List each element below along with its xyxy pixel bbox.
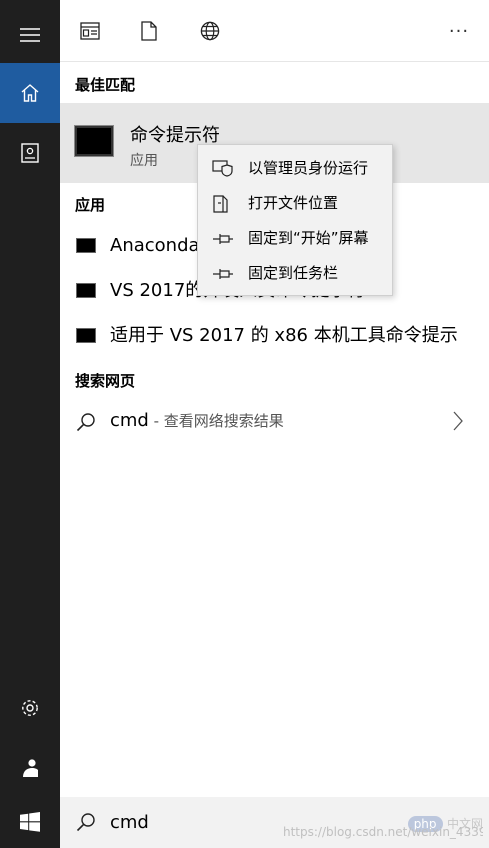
context-menu: 以管理员身份运行 打开文件位置 固定到“开始”屏幕 固定到任务栏 [197, 144, 393, 296]
home-button[interactable] [0, 63, 60, 123]
terminal-icon [76, 328, 96, 343]
search-box[interactable]: cmd php 中文网 https://blog.csdn.net/weixin… [60, 797, 489, 848]
search-input[interactable]: cmd [110, 797, 149, 848]
menu-item-label: 以管理员身份运行 [248, 159, 369, 177]
terminal-icon [76, 283, 96, 298]
more-options-button[interactable]: ··· [444, 16, 474, 46]
menu-item-label: 打开文件位置 [248, 194, 339, 212]
shield-icon [212, 160, 233, 177]
account-button[interactable] [0, 738, 60, 798]
section-apps-heading: 应用 [75, 196, 106, 214]
app-label: 适用于 VS 2017 的 x86 本机工具命令提示 [110, 325, 458, 346]
home-icon [21, 84, 39, 102]
windows-start-search-panel: ··· 最佳匹配 命令提示符 应用 应用 Anaconda Prompt VS … [0, 0, 489, 848]
search-icon [76, 813, 95, 832]
document-list-icon [80, 22, 100, 40]
section-best-match-heading: 最佳匹配 [75, 76, 136, 94]
filter-web-button[interactable] [195, 16, 225, 46]
gear-icon [22, 700, 38, 716]
notebook-icon [21, 143, 39, 163]
section-web-heading: 搜索网页 [75, 372, 136, 390]
menu-item-label: 固定到“开始”屏幕 [248, 229, 369, 247]
command-prompt-icon [74, 125, 114, 157]
filter-documents-button[interactable] [134, 16, 164, 46]
results-panel: ··· 最佳匹配 命令提示符 应用 应用 Anaconda Prompt VS … [60, 0, 489, 848]
filter-apps-button[interactable] [75, 16, 105, 46]
page-icon [141, 21, 157, 41]
folder-icon [213, 195, 228, 213]
user-icon [23, 759, 38, 777]
notebook-button[interactable] [0, 123, 60, 183]
filter-toolbar: ··· [60, 0, 489, 62]
settings-button[interactable] [0, 678, 60, 738]
terminal-icon [76, 238, 96, 253]
menu-button[interactable] [0, 5, 60, 65]
menu-item-pin-to-start[interactable]: 固定到“开始”屏幕 [198, 221, 392, 255]
web-search-result[interactable]: cmd - 查看网络搜索结果 [60, 401, 489, 441]
pin-icon [213, 234, 233, 244]
hamburger-icon [20, 28, 40, 42]
left-rail [0, 0, 60, 848]
watermark-url: https://blog.csdn.net/weixin_43395911 [283, 825, 483, 839]
best-match-subtitle: 应用 [130, 153, 158, 169]
globe-icon [200, 21, 220, 41]
start-button[interactable] [0, 792, 60, 848]
web-result-query: cmd [110, 410, 149, 431]
pin-icon [213, 269, 233, 279]
app-item-vs2017-x86-prompt[interactable]: 适用于 VS 2017 的 x86 本机工具命令提示 [60, 316, 489, 356]
web-result-suffix: - 查看网络搜索结果 [148, 412, 284, 430]
menu-item-label: 固定到任务栏 [248, 264, 339, 282]
menu-item-pin-to-taskbar[interactable]: 固定到任务栏 [198, 256, 392, 290]
windows-logo-icon [20, 812, 40, 832]
chevron-right-icon [453, 411, 463, 431]
web-result-text: cmd - 查看网络搜索结果 [110, 401, 284, 441]
search-icon [76, 413, 95, 432]
menu-item-run-as-admin[interactable]: 以管理员身份运行 [198, 151, 392, 185]
menu-item-open-file-location[interactable]: 打开文件位置 [198, 186, 392, 220]
